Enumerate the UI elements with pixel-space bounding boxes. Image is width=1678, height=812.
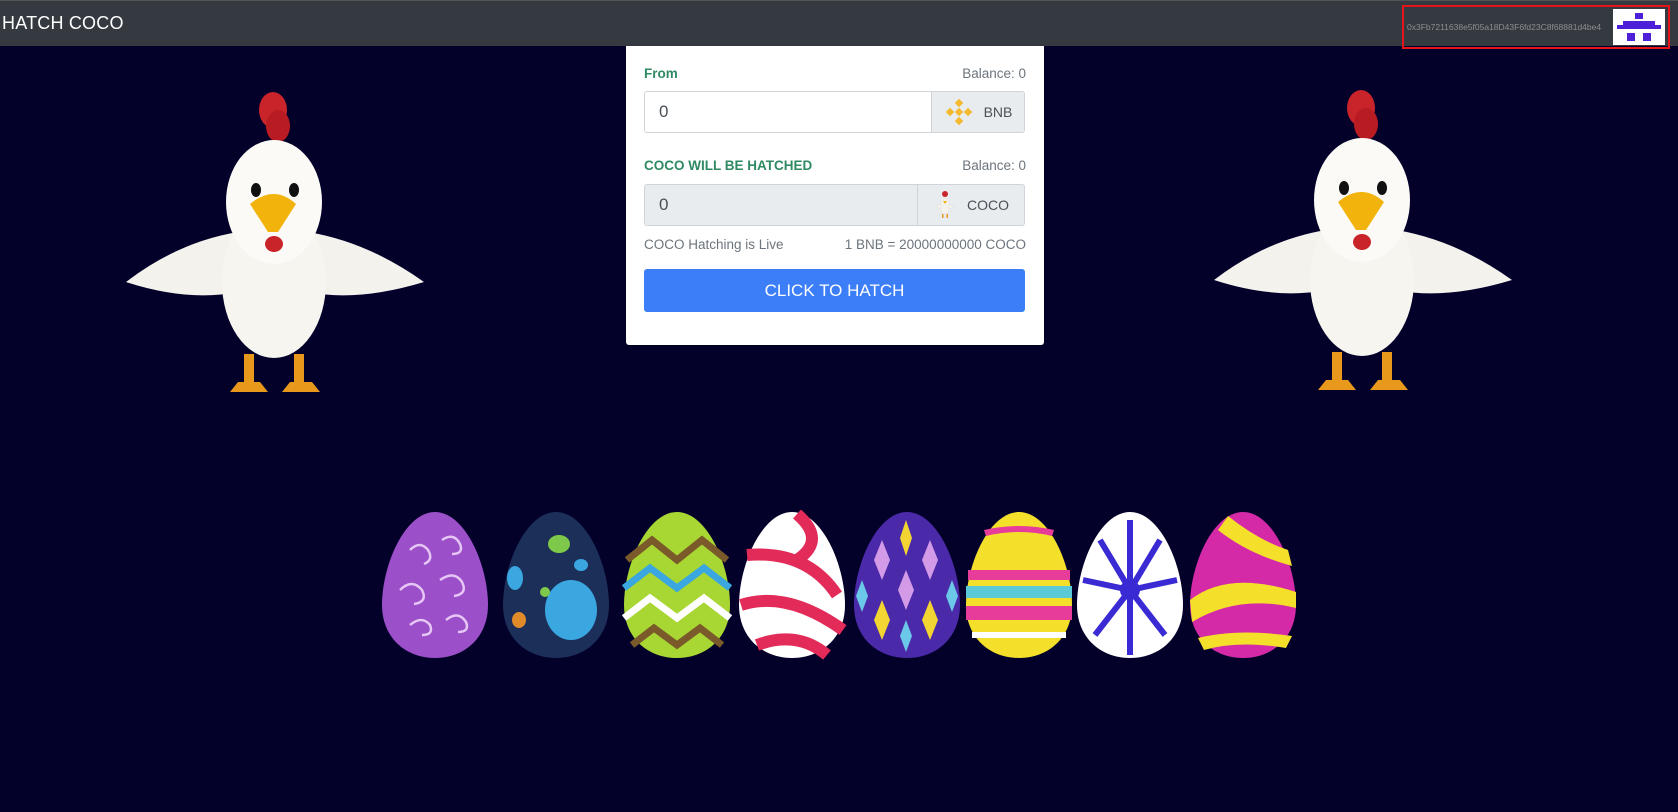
egg-green-zigzag-image: [622, 512, 732, 658]
from-input-group: BNB: [644, 91, 1025, 133]
navbar: HATCH COCO 0x3Fb7211638e5f05a18D43F6fd23…: [0, 0, 1678, 49]
egg-pink-yellow-wave-image: [1190, 512, 1296, 658]
hatch-card: From Balance: 0 BNB COCO WILL BE HATCHED…: [626, 46, 1044, 345]
egg-purple-swirl-image: [382, 512, 488, 658]
brand-link[interactable]: HATCH COCO: [2, 13, 124, 34]
hatch-button[interactable]: CLICK TO HATCH: [644, 269, 1025, 312]
bnb-token-label: BNB: [983, 104, 1013, 120]
egg-navy-spotted-image: [503, 512, 609, 658]
to-balance: Balance: 0: [962, 158, 1026, 173]
hatching-status: COCO Hatching is Live: [644, 237, 784, 252]
to-amount-output: [645, 185, 917, 225]
wallet-address: 0x3Fb7211638e5f05a18D43F6fd23C8f68881d4b…: [1407, 22, 1602, 32]
from-label: From: [644, 66, 678, 81]
from-balance: Balance: 0: [962, 66, 1026, 81]
coco-chicken-icon: [934, 191, 956, 218]
to-input-group: COCO: [644, 184, 1025, 226]
chicken-right-image: [1214, 90, 1512, 390]
egg-blue-white-floral-image: [1077, 512, 1183, 658]
bnb-token-addon: BNB: [931, 92, 1024, 132]
egg-purple-harlequin-image: [854, 512, 960, 658]
chicken-left-image: [126, 92, 424, 392]
egg-yellow-pink-banded-image: [966, 512, 1072, 658]
coco-token-label: COCO: [967, 197, 1009, 213]
from-amount-input[interactable]: [645, 92, 931, 132]
coco-token-addon: COCO: [917, 185, 1024, 225]
wallet-connect[interactable]: 0x3Fb7211638e5f05a18D43F6fd23C8f68881d4b…: [1402, 5, 1670, 49]
wallet-identicon[interactable]: [1613, 9, 1665, 45]
egg-red-white-striped-image: [739, 510, 847, 660]
bnb-icon: [945, 98, 972, 126]
to-label: COCO WILL BE HATCHED: [644, 158, 813, 173]
exchange-rate: 1 BNB = 20000000000 COCO: [844, 237, 1026, 252]
